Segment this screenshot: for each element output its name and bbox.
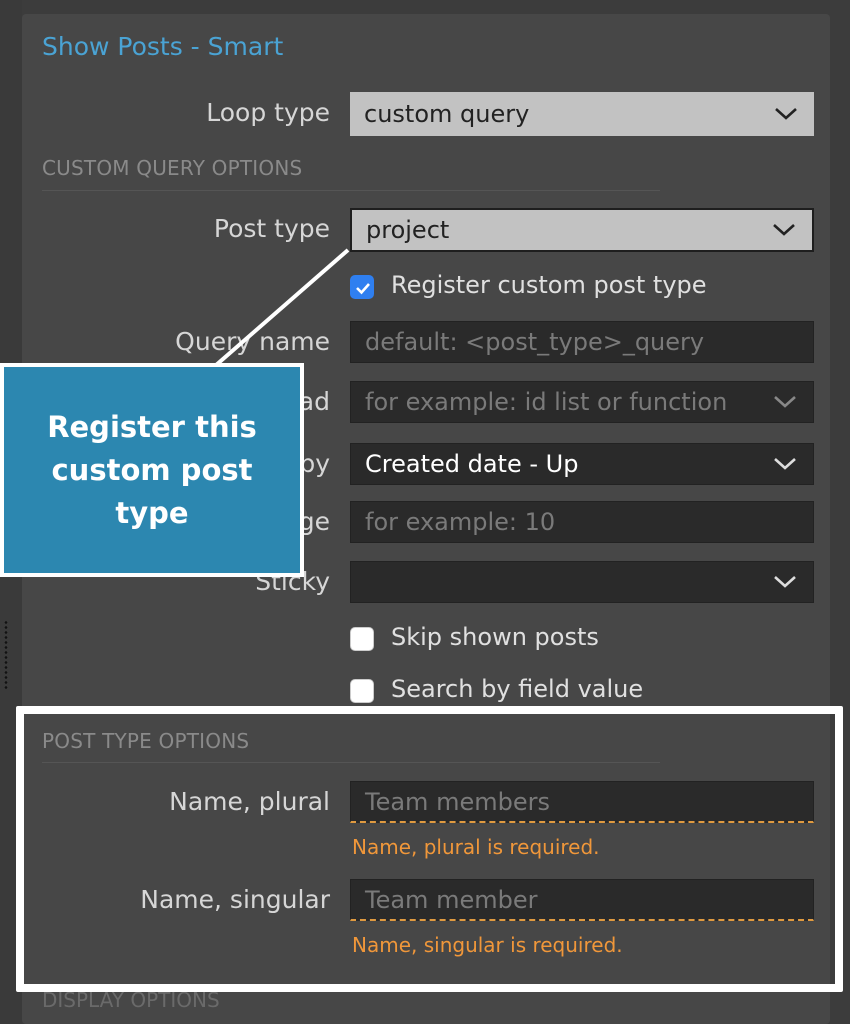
- order-by-select[interactable]: Created date - Up: [350, 443, 814, 485]
- chevron-down-icon: [773, 575, 797, 589]
- register-post-type-label[interactable]: Register custom post type: [391, 271, 707, 299]
- query-name-placeholder: default: <post_type>_query: [365, 328, 705, 356]
- post-type-label: Post type: [213, 214, 330, 243]
- query-name-label: Query name: [175, 327, 330, 356]
- sticky-select[interactable]: [350, 561, 814, 603]
- query-name-input[interactable]: default: <post_type>_query: [350, 321, 814, 363]
- loop-type-value: custom query: [364, 100, 530, 128]
- skip-shown-checkbox[interactable]: [350, 627, 374, 651]
- chevron-down-icon: [772, 223, 796, 237]
- custom-query-heading: CUSTOM QUERY OPTIONS: [42, 156, 303, 180]
- per-page-placeholder: for example: 10: [365, 508, 556, 536]
- checkmark-icon: [356, 283, 370, 295]
- highlight-frame: [16, 706, 843, 992]
- chevron-down-icon: [774, 107, 798, 121]
- callout-text: Register this custom post type: [47, 409, 257, 530]
- load-placeholder: for example: id list or function: [365, 388, 728, 416]
- callout-box: Register this custom post type: [0, 363, 304, 577]
- resize-handle[interactable]: [4, 620, 8, 690]
- panel-title[interactable]: Show Posts - Smart: [42, 32, 283, 61]
- chevron-down-icon: [773, 395, 797, 409]
- skip-shown-label[interactable]: Skip shown posts: [391, 623, 599, 651]
- register-post-type-checkbox[interactable]: [350, 275, 374, 299]
- order-by-value: Created date - Up: [365, 450, 579, 478]
- search-field-checkbox[interactable]: [350, 679, 374, 703]
- loop-type-label: Loop type: [206, 98, 330, 127]
- post-type-value: project: [366, 216, 450, 244]
- load-select[interactable]: for example: id list or function: [350, 381, 814, 423]
- section-divider: [42, 190, 660, 191]
- chevron-down-icon: [773, 457, 797, 471]
- per-page-input[interactable]: for example: 10: [350, 501, 814, 543]
- post-type-select[interactable]: project: [350, 208, 814, 252]
- loop-type-select[interactable]: custom query: [350, 92, 814, 136]
- search-field-label[interactable]: Search by field value: [391, 675, 643, 703]
